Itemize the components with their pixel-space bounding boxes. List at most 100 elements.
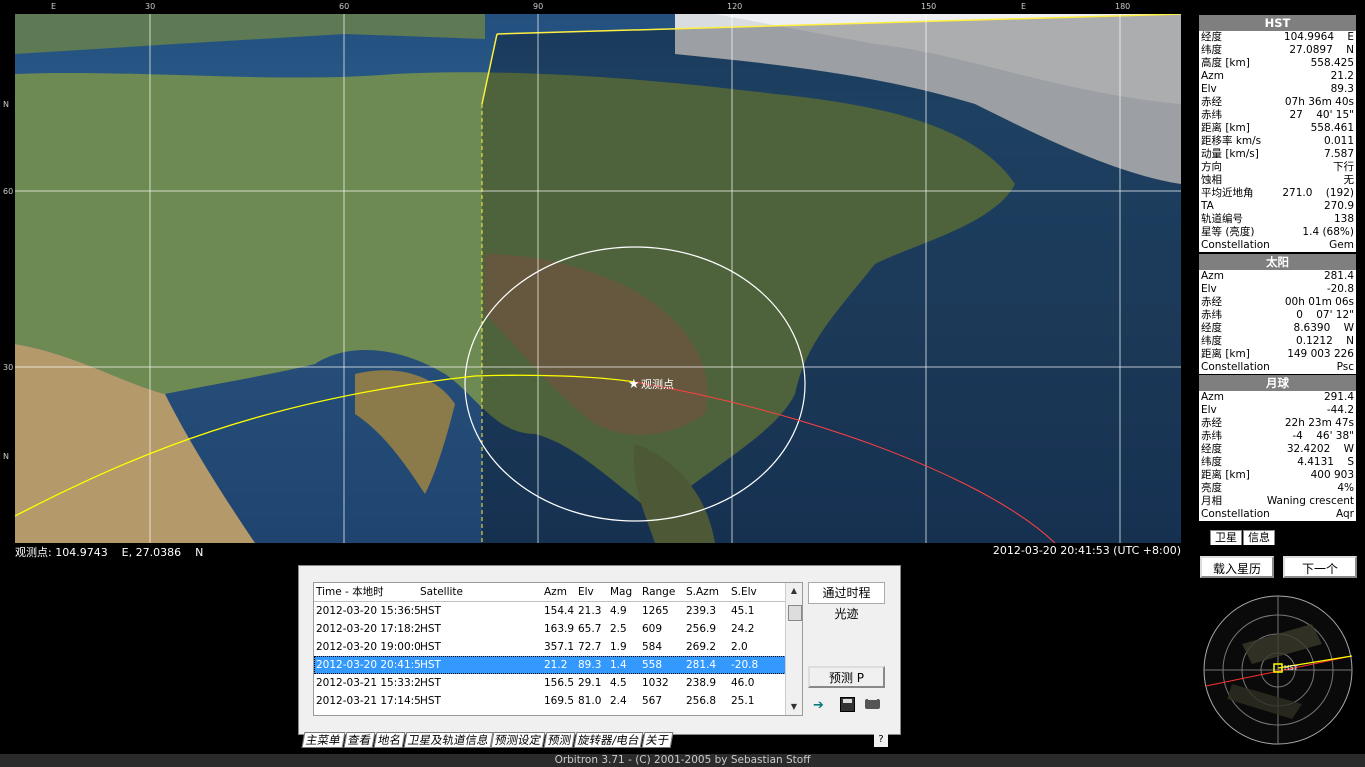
row-key: 星等 (亮度) [1201,226,1255,238]
row-value: 无 [1343,174,1355,186]
world-map[interactable]: ★ 观测点 [15,14,1181,543]
panel-row: 赤纬 27 40' 15" [1199,109,1356,122]
row-value: Aqr [1336,508,1354,520]
map-top-axis: E 30 60 90 120 150 E 180 [15,0,1181,14]
bottom-tab[interactable]: 主菜单 [301,732,345,748]
row-key: 轨道编号 [1201,213,1243,225]
table-row[interactable]: 2012-03-20 19:00:05 HST 357.1 72.7 1.9 584 269… [314,638,802,656]
panel-row: Constellation Psc [1199,361,1356,374]
table-row[interactable]: 2012-03-20 15:36:57 HST 154.4 21.3 4.9 1265 23… [314,602,802,620]
table-body: 2012-03-20 15:36:57 HST 154.4 21.3 4.9 1265 23… [314,602,802,710]
night-shade [482,14,1181,543]
help-button[interactable]: ? [874,733,888,747]
row-value: 271.0 (192) [1282,187,1354,199]
table-cell: 1265 [642,605,669,617]
table-cell: 21.2 [544,659,568,671]
table-cell: 24.2 [731,623,755,635]
bottom-tab[interactable]: 旋转器/电台 [573,732,644,748]
table-cell: 2.0 [731,641,748,653]
bottom-tab[interactable]: 关于 [641,732,674,748]
radar-canvas: HST [1203,595,1353,745]
table-row[interactable]: 2012-03-21 17:14:51 HST 169.5 81.0 2.4 567 256… [314,692,802,710]
table-row[interactable]: 2012-03-21 15:33:22 HST 156.5 29.1 4.5 1032 23… [314,674,802,692]
row-value: Waning crescent [1266,495,1354,507]
light-track-button[interactable]: 光迹 [808,604,885,626]
table-row[interactable]: 2012-03-20 20:41:53 HST 21.2 89.3 1.4 558 281.… [314,656,802,674]
scroll-down-icon[interactable]: ▼ [786,699,802,715]
table-cell: 2012-03-21 17:14:51 [316,695,420,707]
prediction-table[interactable]: Time - 本地时 Satellite Azm Elv Mag Range S.Azm S.… [313,582,803,716]
row-value: 281.4 [1323,270,1354,282]
table-header: Time - 本地时 Satellite Azm Elv Mag Range S.Azm S.… [314,583,802,602]
row-value: -20.8 [1326,283,1354,295]
panel-row: 赤经 00h 01m 06s [1199,296,1356,309]
next-button[interactable]: 下一个 [1283,556,1357,578]
panel-row: 纬度 0.1212 N [1199,335,1356,348]
table-row[interactable]: 2012-03-20 17:18:22 HST 163.9 65.7 2.5 609 256… [314,620,802,638]
column-header[interactable]: S.Azm [686,583,731,601]
load-ephemeris-button[interactable]: 载入星历 [1200,556,1274,578]
row-value: Gem [1329,239,1354,251]
axis-tick: 180 [1115,2,1131,11]
column-header[interactable]: Mag [610,583,642,601]
row-value: 下行 [1333,161,1354,173]
save-icon[interactable] [840,697,855,712]
row-key: 距移率 km/s [1201,135,1262,147]
table-cell: 1.9 [610,641,627,653]
panel-title: 月球 [1199,375,1356,391]
table-cell: 65.7 [578,623,602,635]
bottom-tab[interactable]: 卫星及轨道信息 [403,732,493,748]
panel-row: 亮度 4% [1199,482,1356,495]
radar-view[interactable]: HST [1202,594,1354,746]
predict-button[interactable]: 预测 P [808,666,885,688]
row-value: 558.425 [1310,57,1354,69]
table-cell: 46.0 [731,677,755,689]
column-header[interactable]: Satellite [420,583,544,601]
pass-schedule-button[interactable]: 通过时程 [808,582,885,604]
panel-row: Elv 89.3 [1199,83,1356,96]
panel-row: Elv -20.8 [1199,283,1356,296]
arrow-right-icon[interactable]: ➔ [813,698,824,713]
scroll-thumb[interactable] [788,605,802,621]
column-header[interactable]: S.Elv [731,583,771,601]
panel-row: 轨道编号 138 [1199,213,1356,226]
panel-row: 赤经 07h 36m 40s [1199,96,1356,109]
row-key: Azm [1201,270,1224,282]
bottom-tab[interactable]: 预测 [543,732,576,748]
panel-row: 经度 8.6390 W [1199,322,1356,335]
row-value: 27 40' 15" [1289,109,1355,121]
table-cell: 238.9 [686,677,717,689]
table-cell: 281.4 [686,659,717,671]
row-key: 距离 [km] [1201,122,1250,134]
bottom-tab[interactable]: 预测设定 [490,732,546,748]
axis-tick: E [51,2,57,11]
row-key: 亮度 [1201,482,1222,494]
column-header[interactable]: Azm [544,583,578,601]
print-icon[interactable] [865,695,880,709]
column-header[interactable]: Elv [578,583,610,601]
row-key: 纬度 [1201,335,1222,347]
scroll-up-icon[interactable]: ▲ [786,583,802,599]
row-value: 138 [1333,213,1354,225]
row-key: 平均近地角 [1201,187,1254,199]
row-value: 7.587 [1323,148,1354,160]
table-cell: HST [420,677,441,689]
tab-satellite[interactable]: 卫星 [1210,530,1242,545]
panel-row: 方向 下行 [1199,161,1356,174]
row-value: 400 903 [1310,469,1354,481]
row-value: 4.4131 S [1297,456,1354,468]
panel-title: 太阳 [1199,254,1356,270]
row-key: 赤纬 [1201,109,1222,121]
row-key: 距离 [km] [1201,348,1250,360]
bottom-tab[interactable]: 查看 [343,732,375,748]
table-scrollbar[interactable]: ▲ ▼ [785,583,802,715]
column-header[interactable]: Range [642,583,686,601]
tab-info[interactable]: 信息 [1243,530,1275,545]
column-header[interactable]: Time - 本地时 [314,583,420,601]
axis-side-label: N [3,100,9,109]
row-key: 纬度 [1201,456,1222,468]
bottom-tab[interactable]: 地名 [373,732,405,748]
observer-label: 观测点 [641,378,674,391]
axis-tick: 120 [727,2,743,11]
panel-title: HST [1199,15,1356,31]
